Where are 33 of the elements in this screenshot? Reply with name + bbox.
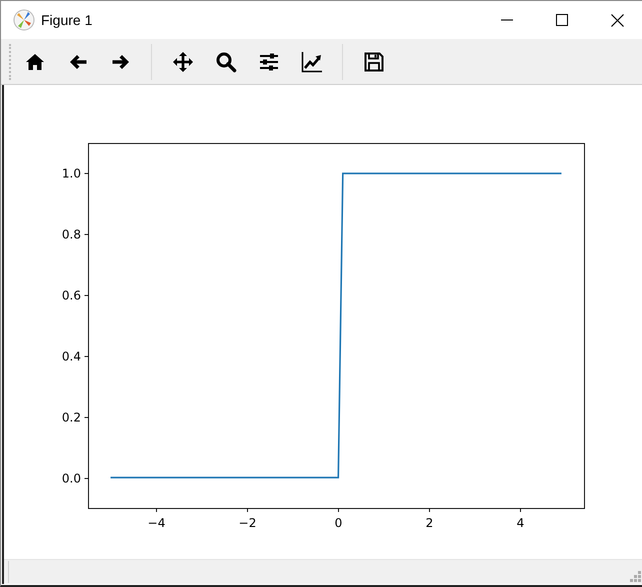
tick-label: 0.8: [62, 228, 81, 242]
tick-mark: [247, 508, 248, 512]
resize-grip-icon[interactable]: [630, 571, 641, 582]
tick-label: 0.4: [62, 350, 81, 364]
tick-mark: [156, 508, 157, 512]
tick-mark: [520, 508, 521, 512]
maximize-icon[interactable]: [556, 14, 568, 26]
minimize-icon[interactable]: [501, 19, 513, 21]
move-icon[interactable]: [172, 50, 194, 72]
tick-mark: [84, 478, 89, 479]
tick-label: 0.2: [62, 410, 81, 424]
tick-mark: [84, 356, 89, 357]
tick-label: 0.0: [62, 472, 81, 486]
save-icon[interactable]: [362, 50, 384, 72]
tick-mark: [429, 508, 430, 512]
tick-mark: [84, 234, 89, 235]
tick-label: 1.0: [62, 166, 81, 180]
tick-label: 2: [426, 516, 434, 530]
tick-mark: [84, 295, 89, 296]
tick-label: −4: [148, 516, 166, 530]
line-chart-icon[interactable]: [300, 50, 322, 72]
app-icon: [13, 9, 35, 31]
tick-label: −2: [238, 516, 256, 530]
window-title: Figure 1: [41, 12, 94, 28]
tick-label: 0.6: [62, 288, 81, 302]
tick-mark: [84, 173, 89, 174]
search-icon[interactable]: [214, 50, 236, 72]
tick-mark: [338, 508, 339, 512]
tick-label: 4: [516, 516, 524, 530]
tick-label: 0: [334, 516, 342, 530]
tick-mark: [84, 417, 89, 418]
sliders-icon[interactable]: [258, 50, 280, 72]
close-icon[interactable]: [610, 14, 624, 26]
